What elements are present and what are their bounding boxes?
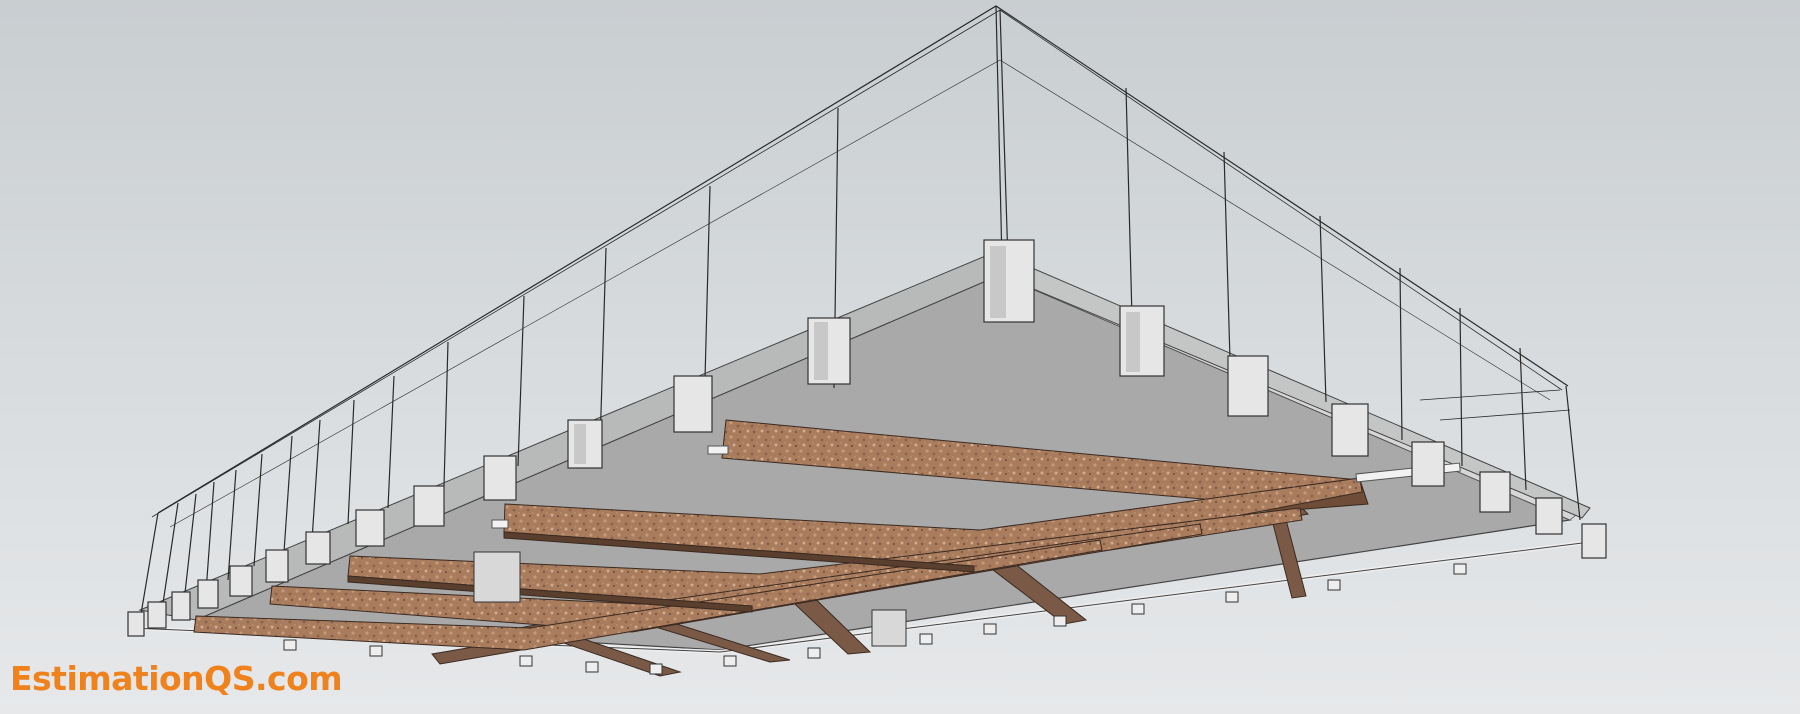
slab-formwork-3d-diagram [127,5,1607,677]
watermark-logo: EstimationQS.com [10,659,343,698]
